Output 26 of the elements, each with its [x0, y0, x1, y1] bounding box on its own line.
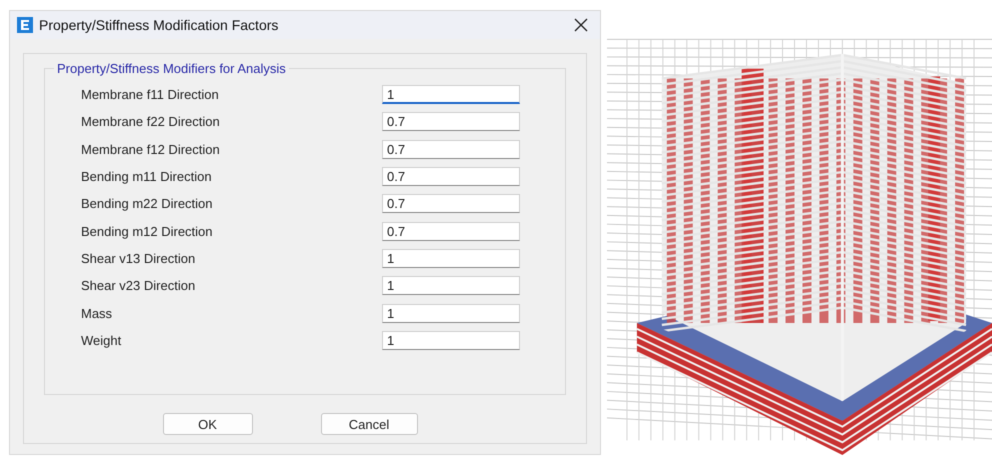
field-label: Membrane f11 Direction: [81, 87, 220, 102]
field-label: Bending m11 Direction: [81, 169, 213, 184]
input-field[interactable]: 0.7: [382, 167, 520, 186]
field-label: Mass: [81, 306, 114, 321]
input-field[interactable]: 0.7: [382, 194, 520, 214]
field-label: Weight: [81, 332, 122, 348]
field-label: Shear v13 Direction: [81, 250, 196, 266]
field-label: Bending m12 Direction: [81, 224, 214, 239]
field-label: Bending m22 Direction: [81, 196, 214, 212]
input-field[interactable]: 0.7: [382, 140, 520, 159]
field-label: Membrane f22 Direction: [81, 114, 221, 130]
ok-button[interactable]: OK: [162, 413, 252, 435]
input-field[interactable]: 1: [382, 248, 520, 268]
group-title: Property/Stiffness Modifiers for Analysis: [54, 61, 289, 76]
input-field[interactable]: 1: [382, 85, 520, 104]
field-label: Shear v23 Direction: [81, 278, 196, 294]
input-field[interactable]: 1: [382, 304, 520, 323]
field-label: Membrane f12 Direction: [81, 142, 221, 157]
close-icon: [574, 18, 588, 32]
input-field[interactable]: 0.7: [382, 222, 520, 241]
window-title: Property/Stiffness Modification Factors: [39, 17, 280, 33]
input-field[interactable]: 1: [382, 330, 520, 350]
cancel-button[interactable]: Cancel: [320, 413, 418, 435]
app-logo-icon: [17, 17, 33, 33]
input-field[interactable]: 0.7: [382, 112, 520, 132]
input-field[interactable]: 1: [382, 276, 520, 296]
